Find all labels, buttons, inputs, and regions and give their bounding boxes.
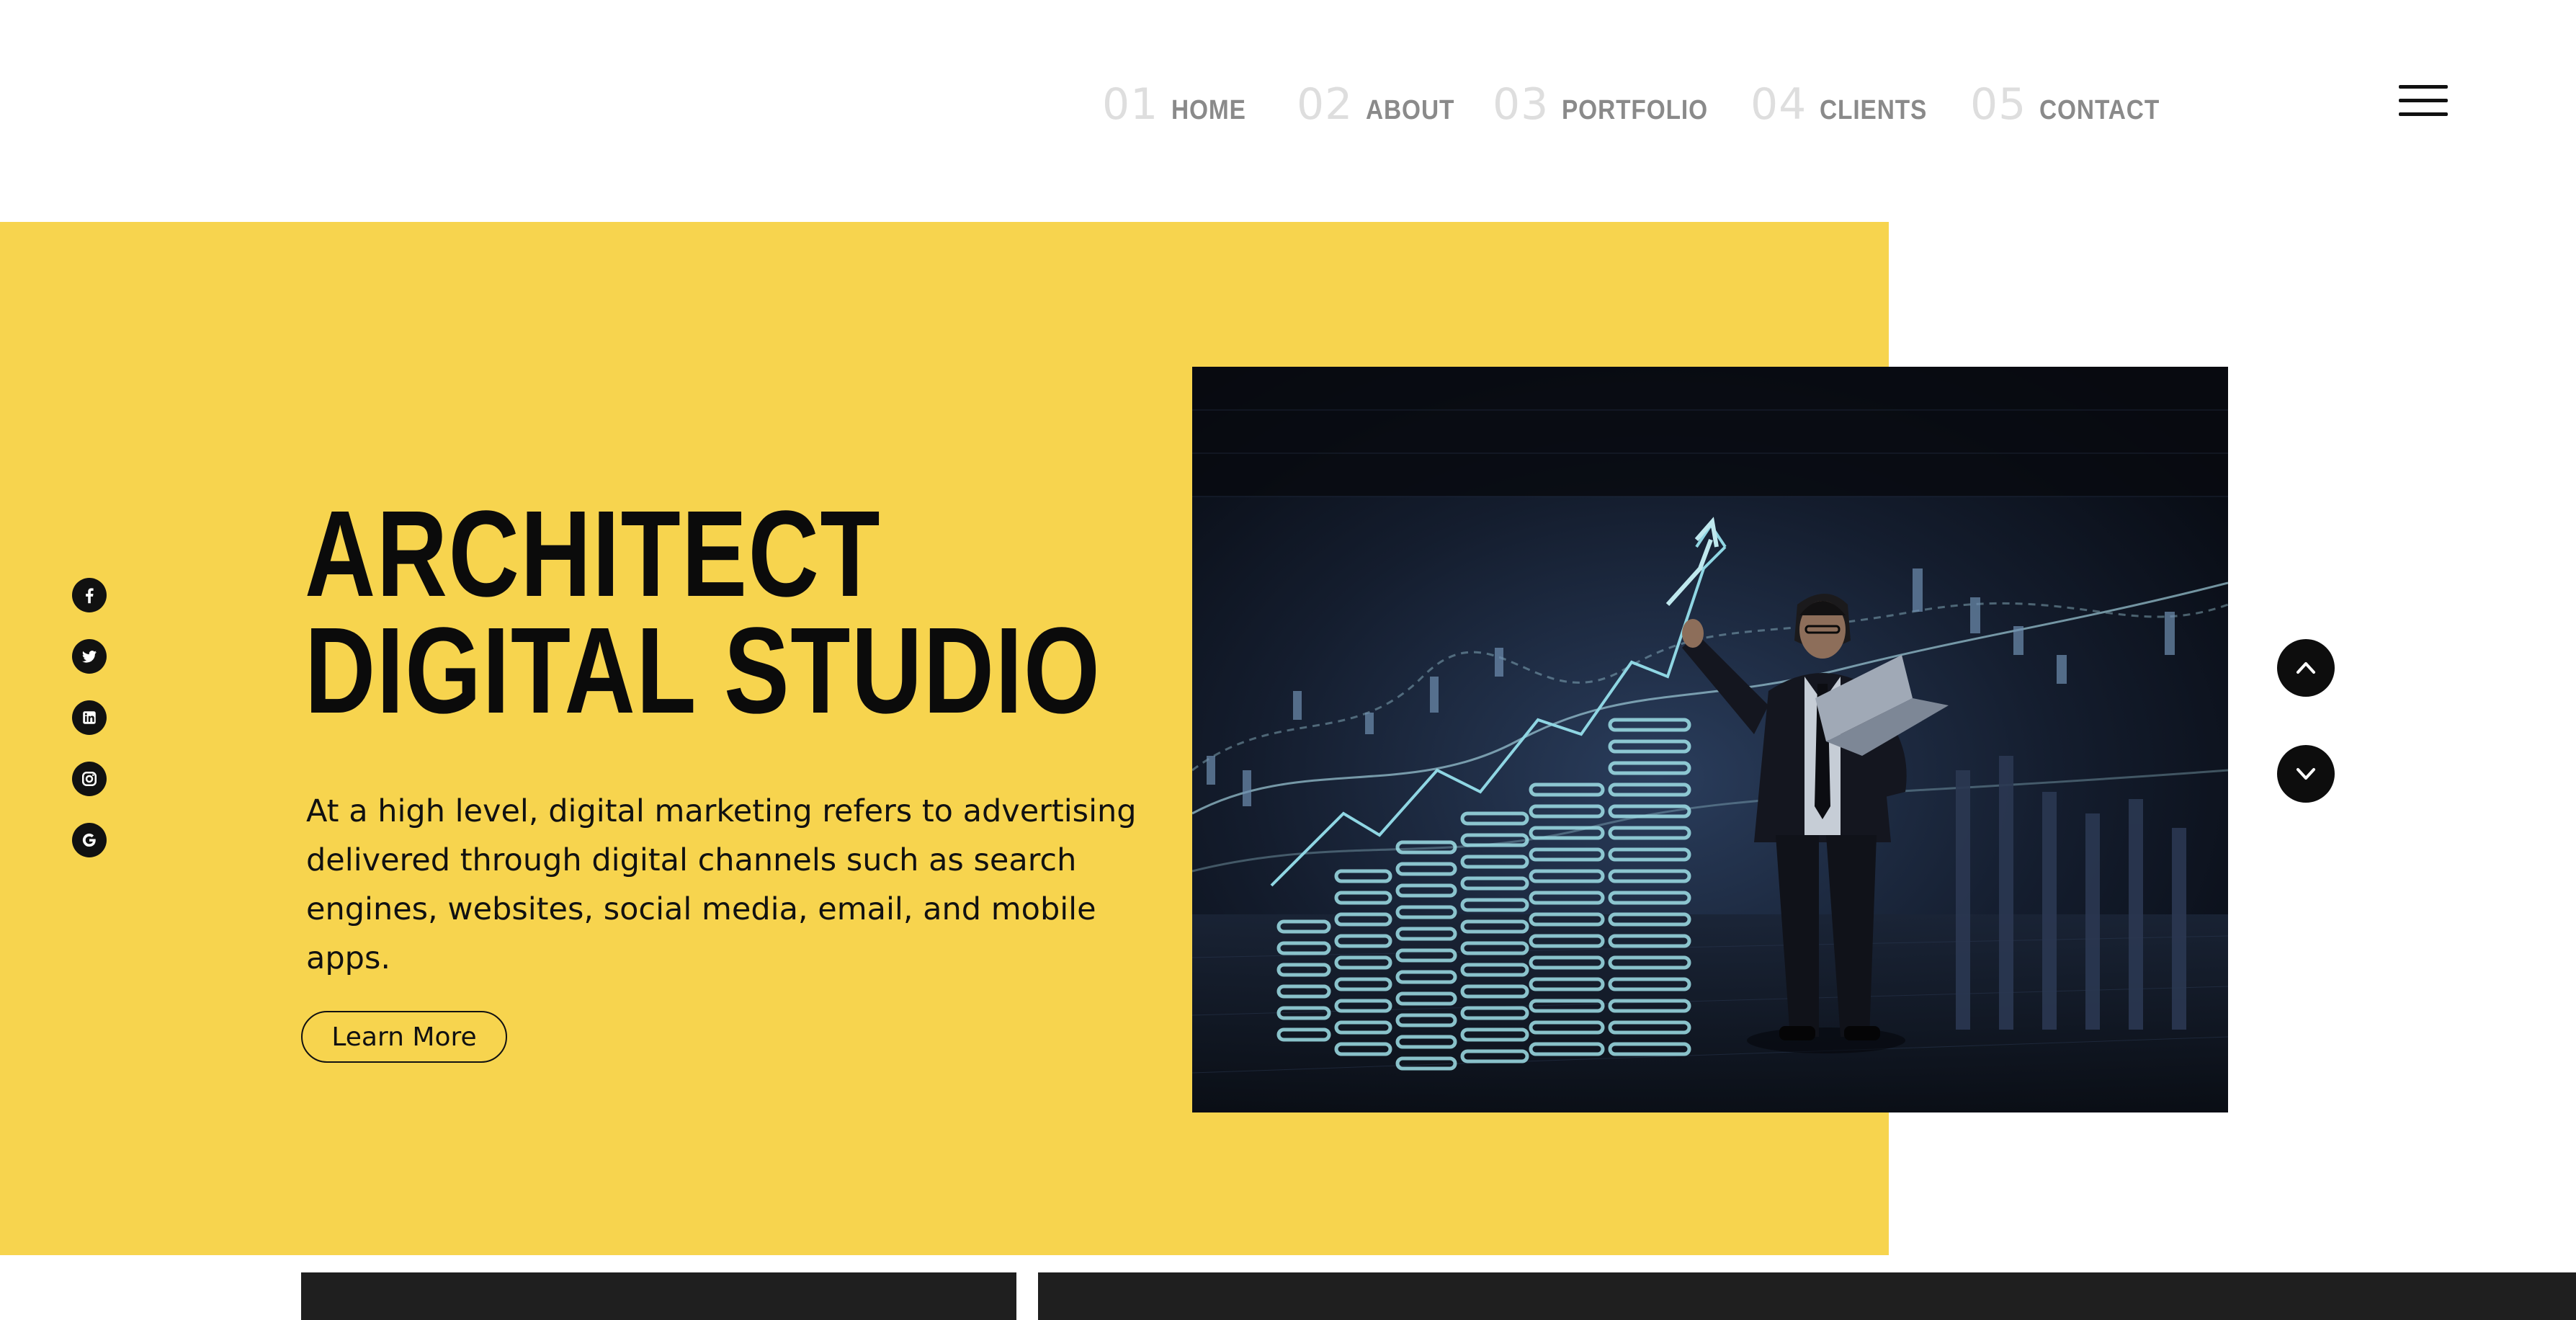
hero-title-line: DIGITAL STUDIO bbox=[305, 602, 1101, 739]
instagram-icon[interactable] bbox=[72, 762, 107, 796]
hero-title-line: ARCHITECT bbox=[305, 486, 882, 623]
learn-more-button[interactable]: Learn More bbox=[301, 1011, 507, 1063]
nav-number: 02 bbox=[1297, 79, 1354, 130]
linkedin-icon[interactable] bbox=[72, 700, 107, 735]
nav-item-portfolio[interactable]: 03 PORTFOLIO bbox=[1493, 79, 1728, 130]
nav-number: 04 bbox=[1750, 79, 1807, 130]
nav-label: PORTFOLIO bbox=[1562, 95, 1709, 125]
nav-item-clients[interactable]: 04 CLIENTS bbox=[1750, 79, 1942, 130]
nav-item-about[interactable]: 02 ABOUT bbox=[1297, 79, 1467, 130]
hero-image bbox=[1192, 367, 2228, 1112]
hamburger-line bbox=[2399, 85, 2448, 89]
hamburger-icon[interactable] bbox=[2399, 84, 2448, 120]
nav-item-contact[interactable]: 05 CONTACT bbox=[1970, 79, 2176, 130]
google-icon[interactable] bbox=[72, 823, 107, 857]
hamburger-line bbox=[2399, 99, 2448, 102]
hero-description: At a high level, digital marketing refer… bbox=[306, 793, 1137, 976]
nav-label: HOME bbox=[1171, 95, 1247, 125]
hero-title: ARCHITECT DIGITAL STUDIO bbox=[305, 486, 1169, 739]
social-links bbox=[72, 578, 109, 884]
chevron-down-icon[interactable] bbox=[2277, 745, 2335, 803]
nav-number: 01 bbox=[1102, 79, 1159, 130]
nav-item-home[interactable]: 01 HOME bbox=[1102, 79, 1256, 130]
nav-number: 03 bbox=[1493, 79, 1549, 130]
hamburger-line bbox=[2399, 112, 2448, 116]
chevron-up-icon[interactable] bbox=[2277, 639, 2335, 697]
content-block bbox=[1038, 1272, 2576, 1320]
nav-label: ABOUT bbox=[1366, 95, 1455, 125]
content-block bbox=[301, 1272, 1016, 1320]
nav-label: CONTACT bbox=[2039, 95, 2160, 125]
nav-number: 05 bbox=[1970, 79, 2027, 130]
nav-label: CLIENTS bbox=[1820, 95, 1928, 125]
twitter-icon[interactable] bbox=[72, 639, 107, 674]
facebook-icon[interactable] bbox=[72, 578, 107, 612]
